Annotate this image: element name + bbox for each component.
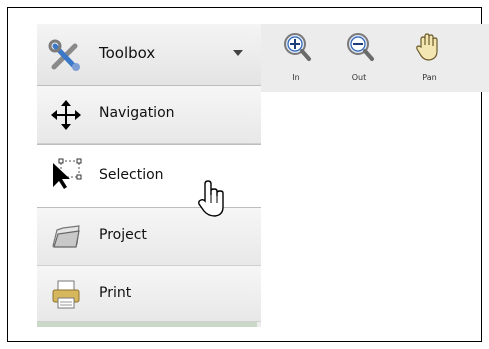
menu-item-navigation[interactable]: Navigation [37, 86, 261, 144]
printer-icon [52, 280, 80, 309]
zoom-in-button[interactable]: In [276, 31, 316, 89]
folder-icon [52, 225, 80, 248]
zoom-out-icon [347, 33, 374, 61]
zoom-out-button[interactable]: Out [339, 31, 379, 89]
menu-item-label: Print [99, 285, 132, 301]
zoom-in-icon [284, 33, 311, 61]
menu-item-print[interactable]: Print [37, 266, 261, 322]
toolbox-menu: Toolbox Navigation Selection Project Pri… [37, 24, 261, 327]
menu-item-label: Selection [99, 167, 164, 183]
chevron-down-icon[interactable] [233, 50, 243, 56]
pan-label: Pan [422, 73, 437, 82]
toolbox-title: Toolbox [99, 44, 156, 62]
move-arrows-icon [51, 100, 81, 130]
menu-item-label: Navigation [99, 105, 175, 121]
map-edge-strip [37, 322, 257, 327]
selection-arrow-icon [53, 158, 82, 189]
zoom-out-label: Out [351, 73, 367, 82]
pan-hand-icon [416, 33, 438, 61]
pan-button[interactable]: Pan [407, 31, 452, 89]
menu-item-label: Project [99, 227, 147, 243]
toolbox-header[interactable]: Toolbox [37, 24, 261, 86]
hand-cursor-icon [198, 180, 224, 217]
tools-icon [48, 39, 80, 71]
zoom-in-label: In [292, 73, 300, 82]
